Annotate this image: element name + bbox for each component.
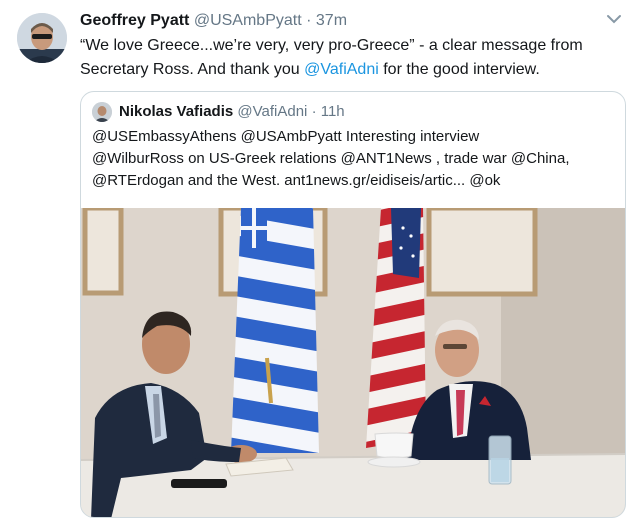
quoted-author-handle[interactable]: @VafiAdni [237, 103, 307, 120]
avatar-photo [17, 13, 67, 63]
quoted-body: @USEmbassyAthens @USAmbPyatt Interesting… [92, 126, 622, 192]
quoted-text-line: @USEmbassyAthens @USAmbPyatt Interesting… [92, 128, 480, 145]
tweet-body: “We love Greece...we’re very, very pro-G… [80, 34, 600, 82]
chevron-down-icon [607, 15, 621, 24]
author-handle[interactable]: @USAmbPyatt [194, 12, 302, 29]
quoted-author-avatar[interactable] [92, 102, 112, 122]
separator-dot: · [306, 12, 312, 29]
quoted-header: Nikolas Vafiadis @VafiAdni · 11h [119, 102, 345, 122]
author-avatar[interactable] [17, 13, 67, 63]
tweet-menu-button[interactable] [605, 12, 623, 26]
quoted-text-line: @RTErdogan and the West. ant1news.gr/eid… [92, 172, 501, 189]
interview-photo[interactable] [81, 208, 626, 518]
tweet-text-segment: Secretary Ross. And thank you [80, 61, 305, 78]
mention-link[interactable]: @VafiAdni [304, 61, 379, 78]
quoted-author-name[interactable]: Nikolas Vafiadis [119, 103, 233, 120]
quoted-tweet[interactable]: Nikolas Vafiadis @VafiAdni · 11h @USEmba… [80, 91, 626, 518]
author-name[interactable]: Geoffrey Pyatt [80, 12, 189, 29]
tweet-header: Geoffrey Pyatt @USAmbPyatt · 37m [80, 11, 347, 31]
quoted-text-line: @WilburRoss on US-Greek relations @ANT1N… [92, 150, 570, 167]
separator-dot: · [311, 103, 317, 120]
tweet-text-line: Secretary Ross. And thank you @VafiAdni … [80, 58, 600, 82]
tweet-text-segment: for the good interview. [378, 61, 540, 78]
avatar-photo [92, 102, 112, 122]
quoted-time[interactable]: 11h [321, 103, 345, 120]
tweet-time[interactable]: 37m [316, 12, 347, 29]
tweet-text-line: “We love Greece...we’re very, very pro-G… [80, 37, 583, 54]
